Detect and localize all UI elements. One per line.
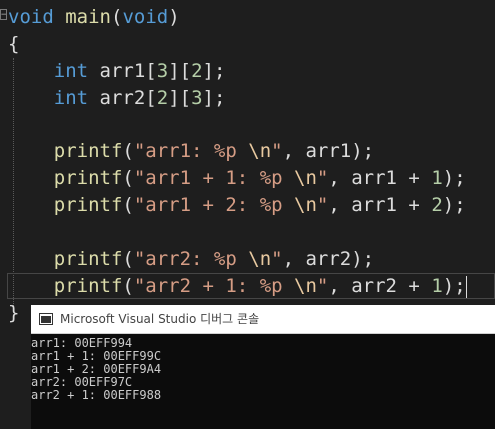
number: 2 [156, 87, 169, 109]
function-name: printf [53, 248, 123, 270]
arguments: , arr2 + [328, 275, 432, 297]
keyword: void [8, 6, 54, 28]
bracket: ]; [202, 87, 226, 109]
function-name: printf [53, 167, 123, 189]
string-literal: "arr1 + 2: %p [133, 194, 295, 216]
code-line-11[interactable]: printf("arr2 + 1: %p \n", arr2 + 1); [8, 273, 467, 300]
debug-console-window[interactable]: Microsoft Visual Studio 디버그 콘솔 arr1: 00E… [31, 305, 495, 429]
number: 1 [431, 275, 443, 297]
arguments-end: ); [442, 194, 466, 216]
code-line-7[interactable]: printf("arr1 + 1: %p \n", arr1 + 1); [8, 165, 466, 192]
escape-sequence: \n [294, 275, 317, 297]
bracket: ]; [202, 60, 226, 82]
brace: } [8, 302, 20, 324]
string-literal: "arr2 + 1: %p [133, 275, 295, 297]
code-line-3[interactable]: int arr1[3][2]; [8, 58, 226, 85]
paren: ( [122, 140, 134, 162]
number: 2 [191, 60, 203, 82]
escape-sequence: \n [294, 194, 317, 216]
paren: ( [122, 248, 134, 270]
string-literal: " [316, 194, 329, 216]
string-literal: "arr2: %p [133, 248, 249, 270]
function-name: printf [53, 194, 123, 216]
bracket: ][ [168, 87, 192, 109]
string-literal: " [271, 140, 283, 162]
paren: ( [122, 194, 134, 216]
collapse-icon[interactable]: − [0, 9, 7, 20]
bracket: ][ [168, 60, 192, 82]
arguments-end: ); [442, 167, 466, 189]
console-titlebar[interactable]: Microsoft Visual Studio 디버그 콘솔 [31, 305, 495, 334]
arguments-end: ); [442, 275, 466, 297]
string-literal: " [316, 275, 329, 297]
keyword: int [53, 87, 89, 109]
code-line-10[interactable]: printf("arr2: %p \n", arr2); [8, 246, 374, 273]
code-line-8[interactable]: printf("arr1 + 2: %p \n", arr1 + 2); [8, 192, 466, 219]
string-literal: "arr1: %p [133, 140, 249, 162]
text-caret [465, 275, 467, 298]
keyword: int [53, 60, 89, 82]
paren: ( [122, 167, 134, 189]
function-name: printf [53, 140, 123, 162]
paren: ( [122, 275, 134, 297]
number: 2 [431, 194, 443, 216]
code-line-6[interactable]: printf("arr1: %p \n", arr1); [8, 138, 374, 165]
arguments: , arr1 + [328, 194, 432, 216]
console-output-line: arr2 + 1: 00EFF988 [31, 388, 162, 402]
number: 3 [156, 60, 169, 82]
console-window-icon [39, 313, 53, 325]
code-line-1[interactable]: void main(void) [8, 4, 180, 31]
identifier: arr2[ [88, 87, 157, 109]
code-line-4[interactable]: int arr2[2][3]; [8, 85, 226, 112]
paren: ) [168, 6, 180, 28]
function-name: main [65, 6, 111, 28]
brace: { [8, 33, 20, 55]
escape-sequence: \n [248, 140, 272, 162]
number: 3 [191, 87, 203, 109]
escape-sequence: \n [294, 167, 317, 189]
console-title: Microsoft Visual Studio 디버그 콘솔 [60, 312, 260, 326]
string-literal: " [271, 248, 283, 270]
arguments: , arr1); [282, 140, 375, 162]
paren: ( [110, 6, 123, 28]
escape-sequence: \n [248, 248, 272, 270]
keyword: void [122, 6, 169, 28]
identifier: arr1[ [88, 60, 157, 82]
string-literal: " [316, 167, 329, 189]
arguments: , arr2); [282, 248, 375, 270]
string-literal: "arr1 + 1: %p [133, 167, 295, 189]
arguments: , arr1 + [328, 167, 432, 189]
number: 1 [431, 167, 443, 189]
code-line-2[interactable]: { [8, 31, 19, 58]
function-name: printf [53, 275, 123, 297]
code-line-12[interactable]: } [8, 300, 19, 327]
